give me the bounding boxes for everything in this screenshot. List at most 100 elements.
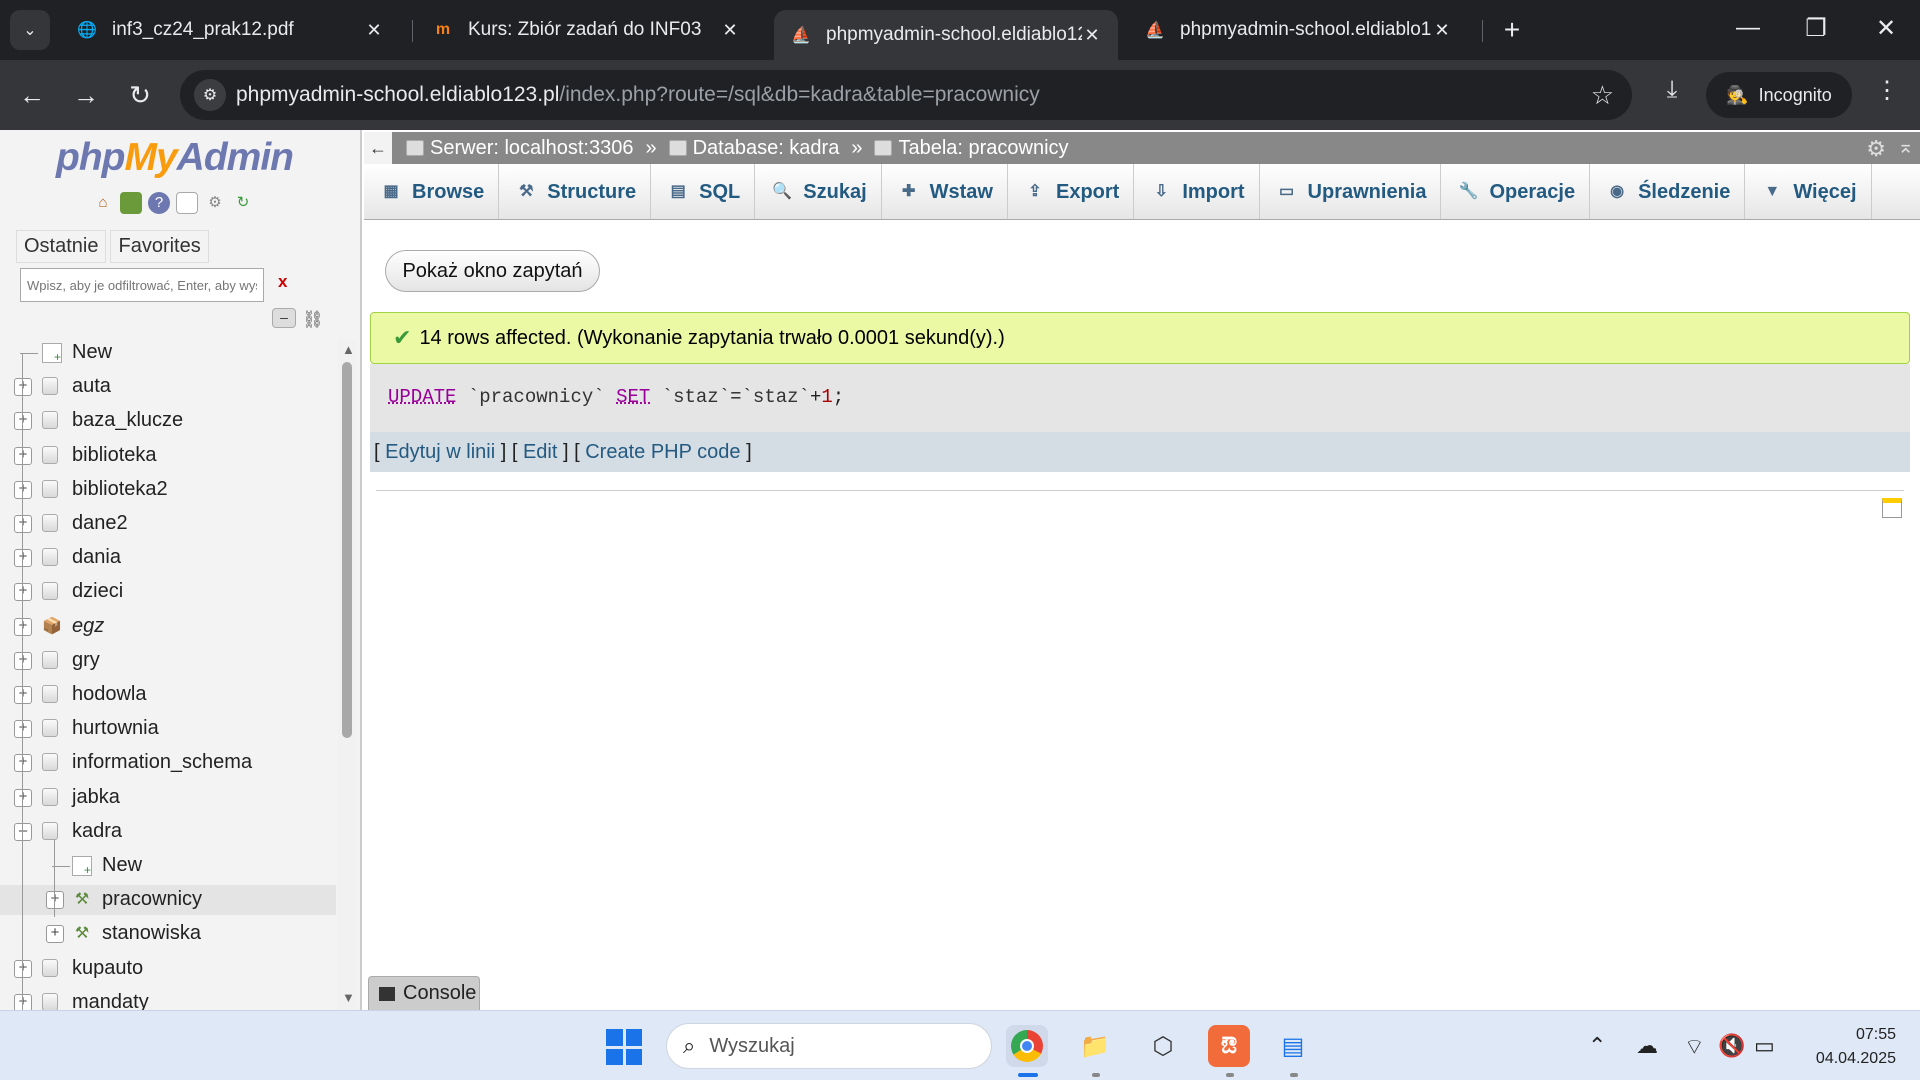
bookmark-star-icon[interactable]: ☆ [1591,80,1614,111]
file-explorer-icon[interactable]: 📁 [1074,1025,1116,1067]
tree-item-new[interactable]: + New [0,338,336,368]
show-hidden-icons-chevron-icon[interactable]: ⌃ [1588,1033,1606,1059]
expand-icon[interactable]: + [14,447,32,465]
sql-keyword[interactable]: UPDATE [388,386,456,408]
logout-icon[interactable] [120,192,142,214]
close-icon[interactable]: ✕ [1432,20,1452,41]
scroll-thumb[interactable] [342,362,352,738]
menu-tab-export[interactable]: ⇪ Export [1008,164,1135,219]
browser-tab-2[interactable]: m Kurs: Zbiór zadań do INF03 ✕ [416,8,756,52]
docs-icon[interactable] [176,192,198,214]
close-icon[interactable]: ✕ [1082,25,1102,46]
volume-muted-icon[interactable]: 🔇 [1718,1033,1745,1059]
expand-icon[interactable]: + [14,652,32,670]
tree-item-stanowiska[interactable]: + ⚒ stanowiska [0,919,336,949]
tree-item-hurtownia[interactable]: + hurtownia [0,714,336,744]
gear-icon[interactable]: ⚙ [204,192,226,214]
tree-item-biblioteka[interactable]: + biblioteka [0,441,336,471]
wifi-icon[interactable]: ⌔ [1684,1033,1705,1061]
scroll-up-arrow[interactable]: ▲ [342,342,355,357]
menu-tab-uprawnienia[interactable]: ▭ Uprawnienia [1260,164,1442,219]
close-window-button[interactable]: ✕ [1866,14,1906,43]
notepad-app-icon[interactable]: ▤ [1272,1025,1314,1067]
sticky-note-icon[interactable] [1882,498,1902,518]
tree-item-information-schema[interactable]: + information_schema [0,748,336,778]
tab-favorites[interactable]: Favorites [110,230,209,263]
tree-item-biblioteka2[interactable]: + biblioteka2 [0,475,336,505]
tree-item-dzieci[interactable]: + dzieci [0,577,336,607]
windows-start-button[interactable] [606,1029,642,1065]
tree-item-new[interactable]: + New [0,851,336,881]
back-button[interactable]: ← [14,77,50,113]
create-php-code-link[interactable]: Create PHP code [585,441,740,463]
menu-tab--ledzenie[interactable]: ◉ Śledzenie [1590,164,1746,219]
menu-tab-wi-cej[interactable]: ▼ Więcej [1745,164,1872,219]
menu-tab-szukaj[interactable]: 🔍 Szukaj [755,164,882,219]
tree-item-egz[interactable]: + 📦 egz [0,612,336,642]
expand-icon[interactable]: + [14,515,32,533]
expand-icon[interactable]: + [14,481,32,499]
inline-edit-link[interactable]: Edytuj w linii [385,441,495,463]
collapse-icon[interactable]: – [14,823,32,841]
restore-button[interactable]: ❐ [1796,14,1836,43]
expand-icon[interactable]: + [14,583,32,601]
browser-tab-3-active[interactable]: ⛵ phpmyadmin-school.eldiablo12 ✕ [774,10,1118,60]
menu-tab-import[interactable]: ⇩ Import [1134,164,1260,219]
expand-icon[interactable]: + [14,720,32,738]
expand-icon[interactable]: + [14,412,32,430]
menu-tab-operacje[interactable]: 🔧 Operacje [1441,164,1591,219]
tree-item-kupauto[interactable]: + kupauto [0,954,336,984]
menu-tab-browse[interactable]: ▦ Browse [364,164,500,219]
home-icon[interactable]: ⌂ [92,192,114,214]
tree-item-kadra[interactable]: – kadra [0,817,336,847]
expand-icon[interactable]: + [46,891,64,909]
tab-search-button[interactable]: ⌄ [10,10,50,50]
chrome-app-icon[interactable] [1006,1025,1048,1067]
sql-keyword[interactable]: SET [616,386,650,408]
close-icon[interactable]: ✕ [364,20,384,41]
tab-recent[interactable]: Ostatnie [16,230,107,263]
nav-scrollbar[interactable]: ▲ ▼ [338,340,356,1010]
taskbar-search[interactable]: ⌕ Wyszukaj [666,1023,992,1069]
expand-icon[interactable]: + [14,754,32,772]
url-text[interactable]: phpmyadmin-school.eldiablo123.pl/index.p… [236,83,1040,107]
expand-icon[interactable]: + [14,960,32,978]
unity-app-icon[interactable]: ⬡ [1142,1025,1184,1067]
filter-clear-button[interactable]: x [278,272,287,292]
expand-icon[interactable]: + [14,549,32,567]
edit-link[interactable]: Edit [523,441,557,463]
incognito-badge[interactable]: 🕵 Incognito [1706,72,1852,118]
breadcrumb-server[interactable]: Serwer: localhost:3306 [406,137,633,160]
onedrive-cloud-icon[interactable]: ☁ [1636,1033,1658,1059]
new-tab-button[interactable]: + [1496,14,1528,46]
help-icon[interactable]: ? [148,192,170,214]
minimize-button[interactable]: — [1728,14,1768,42]
collapse-top-icon[interactable]: ⌅ [1897,134,1914,159]
reload-icon[interactable]: ↻ [232,192,254,214]
browser-tab-4[interactable]: ⛵ phpmyadmin-school.eldiablo12 ✕ [1128,8,1468,52]
forward-button[interactable]: → [68,77,104,113]
console-toggle[interactable]: Console [368,976,480,1010]
taskbar-clock[interactable]: 07:55 04.04.2025 [1800,1023,1896,1071]
breadcrumb-table[interactable]: Tabela: pracownicy [874,137,1069,160]
download-icon[interactable]: ⤓ [1654,76,1690,104]
tree-item-pracownicy[interactable]: + ⚒ pracownicy [0,885,336,915]
xampp-app-icon[interactable]: ಔ [1208,1025,1250,1067]
tree-item-dania[interactable]: + dania [0,543,336,573]
phpmyadmin-logo[interactable]: phpMyAdmin [56,136,294,180]
expand-icon[interactable]: + [14,618,32,636]
tree-item-jabka[interactable]: + jabka [0,783,336,813]
link-with-main-icon[interactable]: ⛓ [302,310,324,330]
collapse-all-button[interactable]: – [272,308,296,328]
tree-item-mandaty[interactable]: + mandaty [0,988,336,1010]
database-filter-input[interactable] [20,268,264,302]
site-info-button[interactable]: ⚙ [194,79,226,111]
expand-icon[interactable]: + [46,925,64,943]
expand-icon[interactable]: + [14,789,32,807]
expand-icon[interactable]: + [14,994,32,1010]
address-bar[interactable]: ⚙ phpmyadmin-school.eldiablo123.pl/index… [180,70,1632,120]
collapse-nav-button[interactable]: ← [364,132,392,164]
show-query-window-button[interactable]: Pokaż okno zapytań [385,250,600,292]
tree-item-baza-klucze[interactable]: + baza_klucze [0,406,336,436]
battery-icon[interactable]: ▭ [1754,1033,1775,1059]
